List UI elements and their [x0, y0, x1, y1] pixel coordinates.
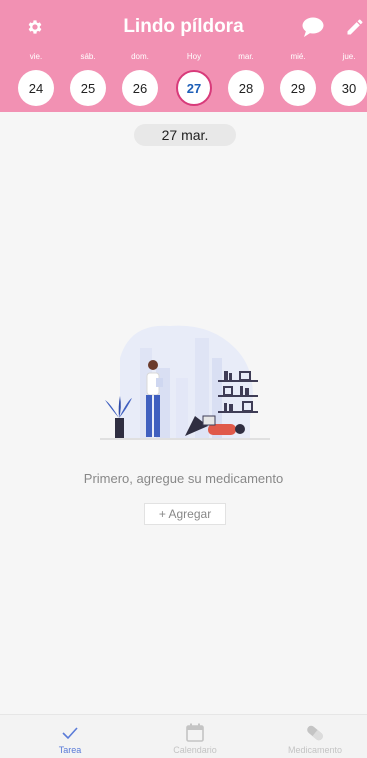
pill-icon — [304, 723, 326, 743]
day-item[interactable]: mar. 28 — [228, 50, 264, 108]
bottom-navigation: Tarea Calendario Medicamento — [0, 714, 367, 758]
header: Lindo píldora vie. 24 sáb. 25 dom. 26 Ho… — [0, 0, 367, 112]
day-item[interactable]: jue. 30 — [331, 50, 367, 108]
day-item[interactable]: sáb. 25 — [70, 50, 106, 108]
day-item[interactable]: vie. 24 — [18, 50, 54, 108]
tab-calendario-label: Calendario — [173, 745, 217, 755]
week-selector: vie. 24 sáb. 25 dom. 26 Hoy 27 mar. 28 m… — [0, 50, 367, 108]
pencil-icon[interactable] — [342, 14, 367, 40]
day-label: sáb. — [80, 52, 96, 61]
day-label: dom. — [131, 52, 149, 61]
tab-calendario[interactable]: Calendario — [134, 715, 256, 758]
day-number: 26 — [122, 70, 158, 106]
empty-state-message: Primero, agregue su medicamento — [83, 471, 284, 486]
day-label: Hoy — [186, 52, 202, 61]
empty-state-illustration — [100, 318, 270, 446]
checkmark-icon — [59, 723, 81, 743]
add-medication-button[interactable]: + Agregar — [144, 503, 226, 525]
selected-date: 27 mar. — [134, 124, 236, 146]
day-number: 30 — [331, 70, 367, 106]
tab-medicamento[interactable]: Medicamento — [254, 715, 367, 758]
tab-tarea-label: Tarea — [58, 745, 82, 755]
day-number: 25 — [70, 70, 106, 106]
day-number: 27 — [176, 70, 212, 106]
day-item[interactable]: dom. 26 — [122, 50, 158, 108]
day-label: mié. — [290, 52, 306, 61]
day-item-today[interactable]: Hoy 27 — [176, 50, 212, 108]
app-screen: Lindo píldora vie. 24 sáb. 25 dom. 26 Ho… — [0, 0, 367, 758]
chat-icon[interactable] — [300, 14, 326, 40]
day-label: vie. — [29, 52, 43, 61]
day-number: 28 — [228, 70, 264, 106]
day-label: mar. — [238, 52, 254, 61]
day-number: 24 — [18, 70, 54, 106]
day-item[interactable]: mié. 29 — [280, 50, 316, 108]
tab-tarea[interactable]: Tarea — [9, 715, 131, 758]
day-number: 29 — [280, 70, 316, 106]
tab-medicamento-label: Medicamento — [287, 745, 343, 755]
day-label: jue. — [342, 52, 356, 61]
calendar-icon — [184, 723, 206, 743]
